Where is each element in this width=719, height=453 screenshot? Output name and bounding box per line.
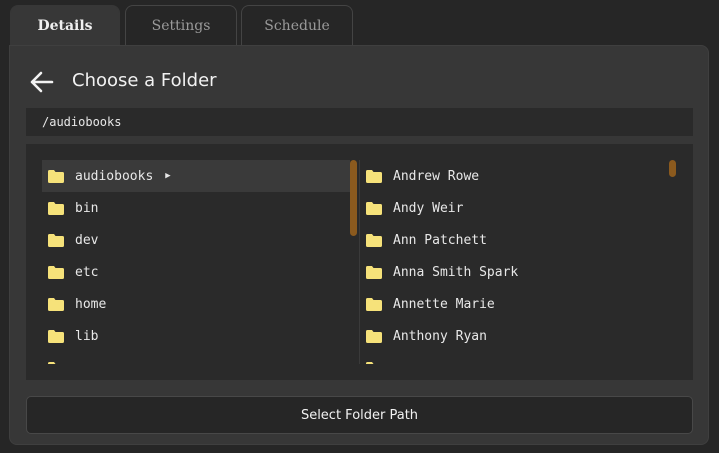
tab-settings-label: Settings [151, 17, 211, 34]
folder-icon [366, 201, 382, 215]
folder-item[interactable]: Ann Patchett [360, 224, 679, 256]
select-folder-path-button[interactable]: Select Folder Path [26, 396, 693, 434]
folder-icon [48, 169, 64, 183]
folder-icon [366, 329, 382, 343]
tab-schedule[interactable]: Schedule [241, 5, 353, 45]
left-scrollbar[interactable] [350, 160, 357, 236]
folder-label: Anna Smith Spark [393, 264, 519, 280]
folder-item[interactable]: ... [42, 352, 350, 364]
folder-label: Ann Patchett [393, 232, 487, 248]
folder-list-left[interactable]: audiobooks ▶ bin dev etc home lib [42, 160, 350, 364]
folder-label: Annette Marie [393, 296, 495, 312]
folder-icon [48, 297, 64, 311]
folder-item[interactable]: etc [42, 256, 350, 288]
folder-label: ... [393, 361, 416, 365]
tab-details-label: Details [37, 18, 93, 34]
folder-icon [48, 361, 64, 364]
tab-schedule-label: Schedule [264, 17, 330, 34]
folder-item[interactable]: dev [42, 224, 350, 256]
folder-item[interactable]: home [42, 288, 350, 320]
page-title: Choose a Folder [72, 70, 217, 91]
folder-icon [48, 201, 64, 215]
folder-item[interactable]: Anna Smith Spark [360, 256, 679, 288]
folder-label: ... [75, 361, 98, 365]
folder-label: lib [75, 328, 99, 344]
folder-browser: audiobooks ▶ bin dev etc home lib Andrew… [26, 144, 693, 380]
folder-label: etc [75, 264, 99, 280]
folder-item[interactable]: Andy Weir [360, 192, 679, 224]
folder-label: Andrew Rowe [393, 168, 480, 184]
folder-icon [366, 169, 382, 183]
folder-label: dev [75, 232, 99, 248]
folder-item[interactable]: Anthony Ryan [360, 320, 679, 352]
folder-label: home [75, 296, 107, 312]
folder-label: Anthony Ryan [393, 328, 487, 344]
folder-icon [366, 361, 382, 364]
folder-icon [48, 329, 64, 343]
tab-details[interactable]: Details [10, 5, 120, 46]
folder-icon [48, 233, 64, 247]
caret-right-icon: ▶ [165, 171, 171, 181]
folder-item[interactable]: ... [360, 352, 679, 364]
current-path-display: /audiobooks [26, 108, 693, 136]
folder-label: audiobooks [75, 168, 154, 184]
folder-label: bin [75, 200, 99, 216]
folder-label: Andy Weir [393, 200, 464, 216]
tab-settings[interactable]: Settings [125, 5, 237, 45]
folder-item[interactable]: audiobooks ▶ [42, 160, 350, 192]
folder-item[interactable]: lib [42, 320, 350, 352]
right-scrollbar[interactable] [669, 160, 676, 177]
folder-list-right[interactable]: Andrew Rowe Andy Weir Ann Patchett Anna … [359, 160, 679, 364]
folder-item[interactable]: bin [42, 192, 350, 224]
folder-item[interactable]: Andrew Rowe [360, 160, 679, 192]
folder-item[interactable]: Annette Marie [360, 288, 679, 320]
folder-icon [366, 297, 382, 311]
folder-icon [366, 233, 382, 247]
folder-icon [366, 265, 382, 279]
back-button[interactable] [30, 71, 54, 93]
folder-icon [48, 265, 64, 279]
arrow-left-icon [30, 71, 54, 93]
details-panel: Choose a Folder /audiobooks audiobooks ▶… [9, 45, 709, 445]
